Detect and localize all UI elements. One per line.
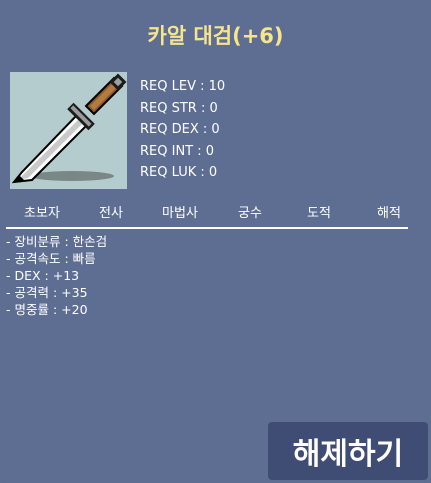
stat-equip-type: - 장비분류 : 한손검 [6, 234, 108, 249]
item-tooltip-panel: 카알 대검(+6) REQ LEV : 10 REQ STR : 0 REQ D… [0, 0, 431, 483]
stats-list: - 장비분류 : 한손검 - 공격속도 : 빠름 - DEX : +13 - 공… [6, 233, 107, 318]
stat-attack: - 공격력 : +35 [6, 285, 88, 300]
stat-accuracy: - 명중률 : +20 [6, 302, 88, 317]
job-pirate: 해적 [377, 206, 401, 221]
requirements-list: REQ LEV : 10 REQ STR : 0 REQ DEX : 0 REQ… [140, 76, 225, 184]
job-bowman: 궁수 [238, 206, 262, 221]
dagger-icon [11, 73, 127, 184]
req-int: REQ INT : 0 [140, 143, 215, 159]
req-str: REQ STR : 0 [140, 100, 218, 116]
job-warrior: 전사 [99, 206, 123, 221]
job-thief: 도적 [307, 206, 331, 221]
divider [6, 227, 408, 229]
job-magician: 마법사 [162, 206, 198, 221]
job-list: 초보자 전사 마법사 궁수 도적 해적 [0, 202, 431, 222]
unequip-button[interactable]: 해제하기 [268, 422, 428, 480]
item-icon-box [10, 72, 127, 189]
req-dex: REQ DEX : 0 [140, 122, 220, 137]
item-name: 카알 대검(+6) [147, 24, 284, 48]
req-level: REQ LEV : 10 [140, 79, 226, 94]
stat-attack-speed: - 공격속도 : 빠름 [6, 251, 96, 266]
job-beginner: 초보자 [24, 206, 60, 221]
req-luk: REQ LUK : 0 [140, 165, 218, 180]
stat-dex: - DEX : +13 [6, 268, 80, 283]
